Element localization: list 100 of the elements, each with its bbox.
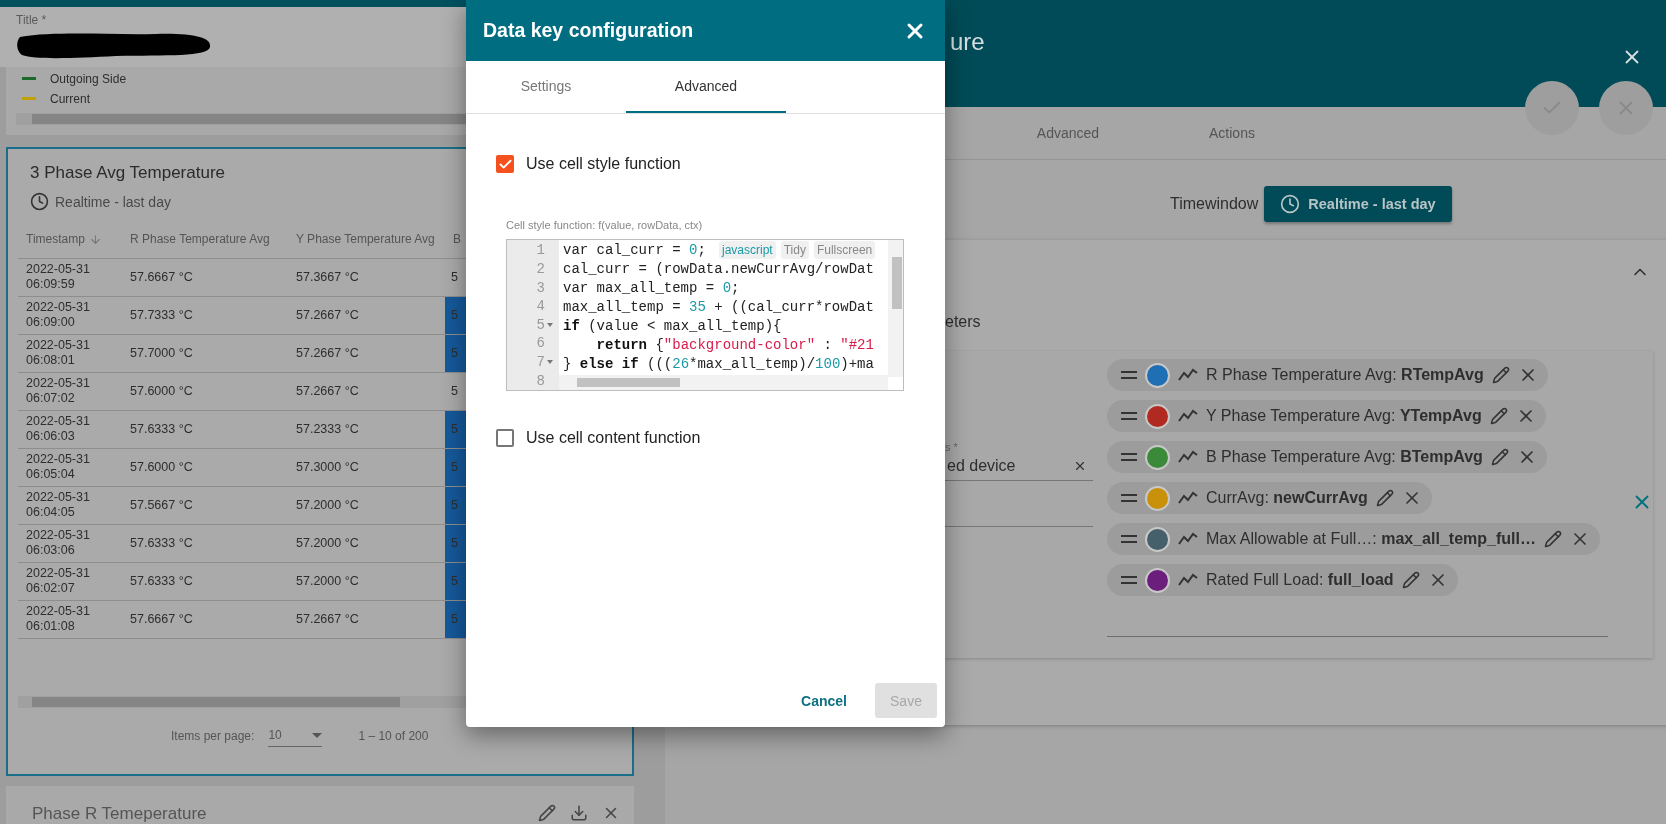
color-dot[interactable] [1145,362,1170,388]
scrollbar[interactable] [559,375,888,390]
drag-handle-icon[interactable] [1121,575,1137,585]
table-cell-text: 57.3667 °C [295,270,360,285]
checkbox[interactable] [496,155,514,173]
edit-icon[interactable] [1375,489,1394,507]
edit-icon[interactable] [1543,530,1562,548]
data-key-chip[interactable]: CurrAvg: newCurrAvg [1107,482,1432,514]
table-cell-text: 57.6667 °C [129,270,194,285]
trend-line-icon [1178,491,1198,505]
legend-label: Outgoing Side [50,71,127,86]
data-key-chip[interactable]: R Phase Temperature Avg: RTempAvg [1107,359,1548,391]
table-cell: 5 [451,498,458,513]
data-key-label: B Phase Temperature Avg: BTempAvg [1206,448,1483,466]
data-key-chip[interactable]: B Phase Temperature Avg: BTempAvg [1107,441,1547,473]
table-cell-text: 57.7333 °C [129,308,194,323]
data-key-label: Rated Full Load: full_load [1206,571,1394,589]
fold-arrow-icon[interactable] [547,360,553,365]
tab[interactable]: Advanced [986,107,1150,159]
tab[interactable]: Actions [1150,107,1314,159]
edit-icon[interactable] [538,804,556,822]
page-range: 1 – 10 of 200 [358,728,429,743]
table-cell: 5 [451,308,458,323]
table-cell-text: 57.6000 °C [129,384,194,399]
drag-handle-icon[interactable] [1121,452,1137,462]
table-cell-text: 57.6000 °C [129,460,194,475]
trend-line-icon [1178,368,1198,382]
edit-icon[interactable] [1401,571,1420,589]
table-cell: 5 [451,574,458,589]
line-number: 5 [536,316,545,333]
editor-toolbar-button[interactable]: Fullscreen [813,241,876,259]
data-key-chip[interactable]: Y Phase Temperature Avg: YTempAvg [1107,400,1546,432]
field-label: Title * [16,13,48,27]
table-cell-text: 57.2667 °C [295,308,360,323]
timewindow-button[interactable]: Realtime - last day [1264,186,1452,222]
table-cell-text: 57.7000 °C [129,346,194,361]
edit-icon[interactable] [1489,407,1508,425]
cancel-button[interactable]: Cancel [797,684,851,717]
table-cell: 5 [451,612,458,627]
table-cell: 5 [451,346,458,361]
table-cell-text: 57.2667 °C [295,346,360,361]
column-header[interactable]: Timestamp [26,232,85,247]
timewindow-text: Realtime - last day [55,193,171,210]
section-label: eters [945,313,981,331]
table-cell: 5 [451,384,458,399]
data-key-chip[interactable]: Rated Full Load: full_load [1107,564,1458,596]
tab[interactable]: Advanced [626,61,786,113]
drag-handle-icon[interactable] [1121,534,1137,544]
editor-toolbar-button[interactable]: javascript [719,241,776,259]
table-cell-text: 2022-05-31 06:09:59 [25,262,91,293]
table-cell-text: 57.2667 °C [295,384,360,399]
table-cell: 5 [451,460,458,475]
checkbox[interactable] [496,429,514,447]
checkbox-label[interactable]: Use cell style function [526,155,681,173]
color-dot[interactable] [1145,526,1170,552]
clock-icon [1280,194,1301,214]
color-dot[interactable] [1145,403,1170,429]
editor-toolbar-button[interactable]: Tidy [780,241,809,259]
tab[interactable]: Settings [466,61,626,113]
legend-label: Current [50,91,90,106]
table-cell-text: 2022-05-31 06:06:03 [25,414,91,445]
apply-button[interactable] [1525,81,1579,135]
trend-line-icon [1178,573,1198,587]
drag-handle-icon[interactable] [1121,411,1137,421]
page-size-select[interactable]: 10 [268,724,323,748]
items-per-page-label: Items per page: [171,728,255,743]
table-cell-text: 57.2333 °C [295,422,360,437]
code-line: if (value < max_all_temp){ [563,317,782,336]
scrollbar[interactable] [888,240,903,377]
table-cell-text: 57.6667 °C [129,612,194,627]
data-key-chip[interactable]: Max Allowable at Full…: max_all_temp_full… [1107,523,1600,555]
column-header[interactable]: Y Phase Temperature Avg [296,232,435,247]
code-editor[interactable] [506,239,904,391]
edit-icon[interactable] [1491,366,1510,384]
panel-title: ure [950,28,985,55]
color-dot[interactable] [1145,485,1170,511]
table-cell-text: 2022-05-31 06:08:01 [25,338,91,369]
table-cell-text: 57.5667 °C [129,498,194,513]
column-header[interactable]: B [453,232,461,247]
color-dot[interactable] [1145,567,1170,593]
drag-handle-icon[interactable] [1121,493,1137,503]
color-dot[interactable] [1145,444,1170,470]
table-cell-text: 57.2667 °C [295,612,360,627]
code-line: max_all_temp = 35 + ((cal_curr*rowDat [563,298,874,317]
table-cell-text: 57.6333 °C [129,574,194,589]
cancel-button[interactable] [1599,81,1653,135]
table-cell-text: 57.3000 °C [295,460,360,475]
table-cell-text: 57.6333 °C [129,422,194,437]
checkbox-label[interactable]: Use cell content function [526,429,701,447]
edit-icon[interactable] [1490,448,1509,466]
table-cell: 5 [451,270,458,285]
column-header[interactable]: R Phase Temperature Avg [130,232,270,247]
fold-arrow-icon[interactable] [547,322,553,327]
drag-handle-icon[interactable] [1121,370,1137,380]
table-cell: 5 [451,536,458,551]
line-number: 6 [536,335,545,352]
table-cell-text: 57.2000 °C [295,574,360,589]
download-icon[interactable] [570,804,588,822]
table-cell-text: 2022-05-31 06:04:05 [25,490,91,521]
clear-icon[interactable] [1073,459,1087,473]
